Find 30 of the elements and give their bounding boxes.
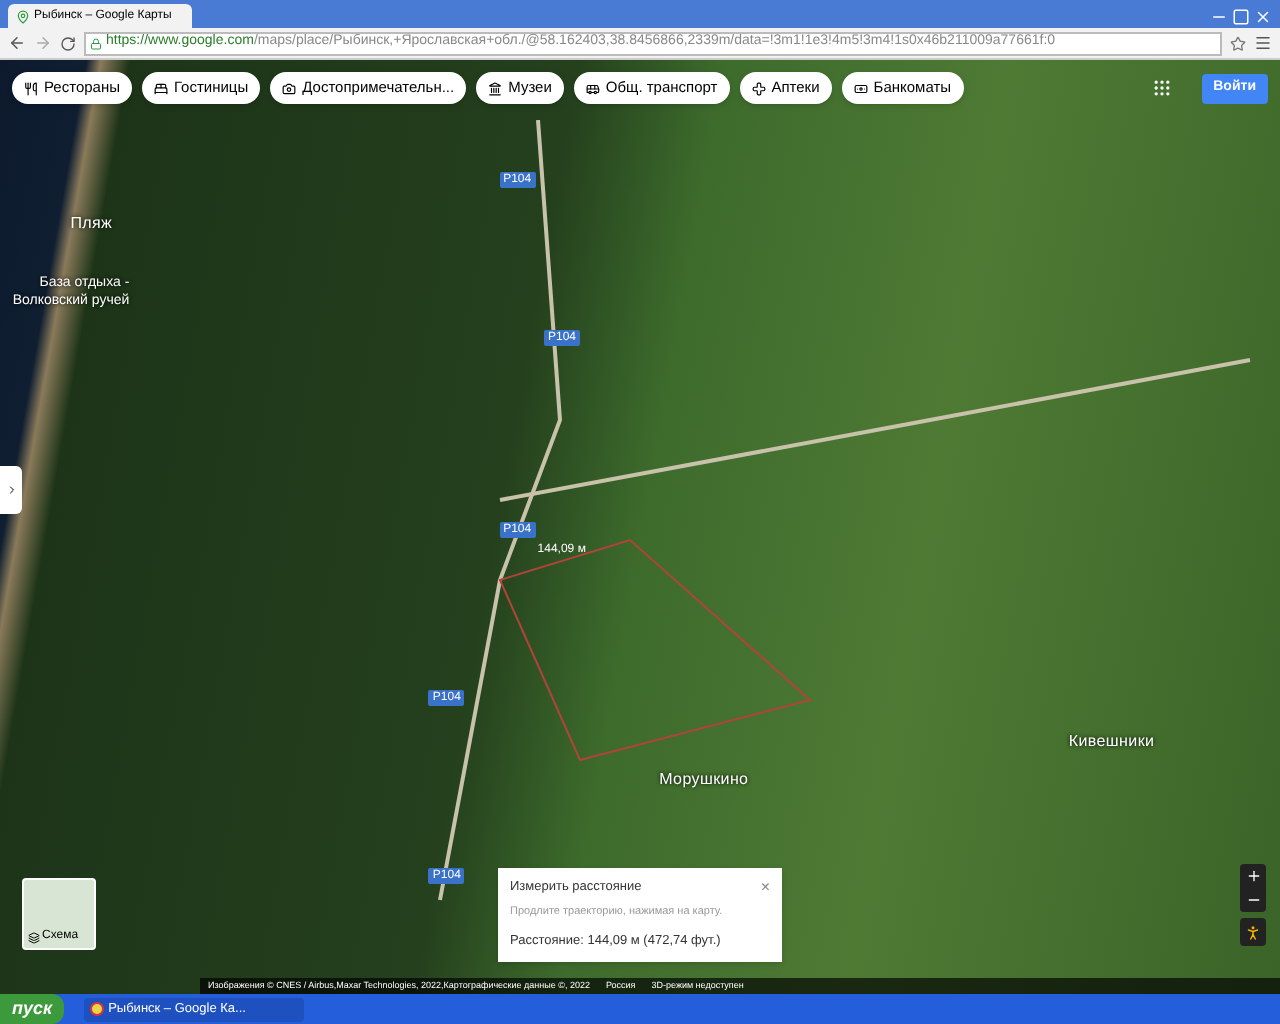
place-label: Кивешники bbox=[1068, 732, 1155, 753]
back-icon[interactable] bbox=[8, 34, 26, 52]
satellite-map[interactable] bbox=[0, 60, 1280, 994]
menu-icon[interactable] bbox=[1254, 34, 1272, 52]
building-icon bbox=[488, 81, 503, 95]
zoom-control[interactable] bbox=[1240, 864, 1266, 912]
browser-icon bbox=[90, 1002, 105, 1016]
place-label: Морушкино bbox=[659, 769, 749, 790]
chevron-icon bbox=[5, 484, 17, 496]
reload-icon[interactable] bbox=[60, 35, 76, 51]
apps-grid-icon[interactable] bbox=[1151, 78, 1172, 98]
maximize-icon[interactable] bbox=[1232, 8, 1250, 26]
close-button[interactable]: × bbox=[760, 878, 770, 898]
close-icon[interactable] bbox=[1254, 8, 1272, 26]
zoom-in-icon[interactable] bbox=[1245, 868, 1261, 884]
person-icon bbox=[1244, 923, 1262, 941]
street-view-control[interactable] bbox=[1240, 918, 1266, 946]
bus-icon bbox=[585, 81, 600, 95]
fork-knife-icon bbox=[24, 81, 38, 95]
camera-icon bbox=[282, 81, 297, 95]
panel-toggle[interactable] bbox=[0, 466, 22, 514]
layers-icon bbox=[28, 932, 40, 944]
cross-icon bbox=[751, 81, 766, 95]
map-pin-icon bbox=[16, 9, 30, 23]
lock-icon bbox=[90, 37, 102, 49]
place-label: Пляж bbox=[70, 214, 113, 235]
banknote-icon bbox=[853, 81, 868, 95]
star-icon[interactable] bbox=[1230, 35, 1246, 51]
bed-icon bbox=[154, 81, 168, 95]
start-button[interactable]: пуск bbox=[0, 994, 65, 1024]
